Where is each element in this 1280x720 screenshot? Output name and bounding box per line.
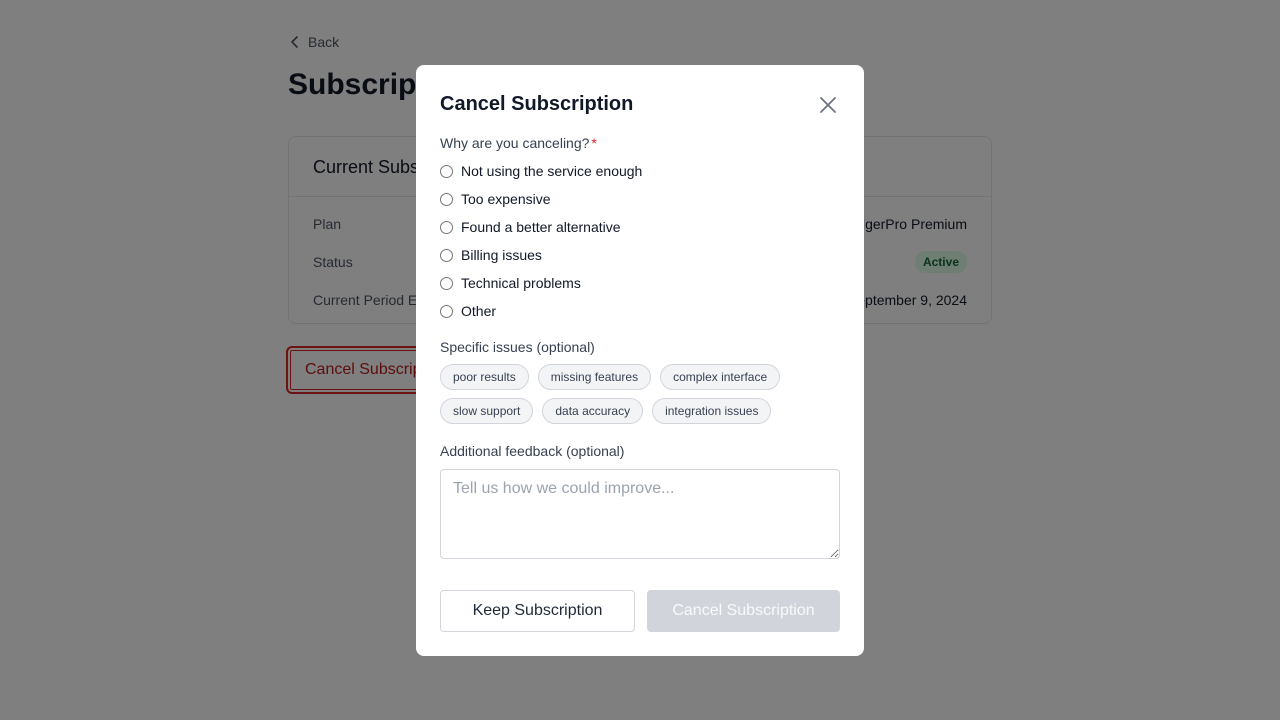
issue-chip[interactable]: missing features [537,364,652,390]
feedback-textarea[interactable] [440,469,840,559]
issue-chip[interactable]: poor results [440,364,529,390]
issue-chip[interactable]: data accuracy [542,398,644,424]
radio-button[interactable] [440,304,453,318]
reason-option[interactable]: Other [440,297,642,325]
reason-question-text: Why are you canceling? [440,135,590,151]
reason-label: Billing issues [461,247,542,263]
confirm-cancel-button[interactable]: Cancel Subscription [647,590,840,632]
radio-button[interactable] [440,248,453,262]
reason-option[interactable]: Too expensive [440,185,642,213]
cancel-subscription-modal: Cancel Subscription Why are you cancelin… [416,65,864,656]
reason-label: Found a better alternative [461,219,621,235]
close-icon [820,97,836,113]
feedback-label: Additional feedback (optional) [440,443,625,459]
reason-label: Not using the service enough [461,163,643,179]
specific-issues-label: Specific issues (optional) [440,339,595,355]
reason-label: Too expensive [461,191,551,207]
required-marker: * [591,135,597,151]
specific-issues-chips: poor results missing features complex in… [440,364,840,432]
reason-label: Other [461,303,497,319]
reason-label: Technical problems [461,275,581,291]
issue-chip[interactable]: integration issues [652,398,772,424]
radio-button[interactable] [440,164,453,178]
reason-radio-group: Not using the service enough Too expensi… [440,157,642,325]
issue-chip[interactable]: complex interface [660,364,781,390]
radio-button[interactable] [440,220,453,234]
reason-option[interactable]: Found a better alternative [440,213,642,241]
reason-question: Why are you canceling? * [440,135,597,151]
keep-subscription-button[interactable]: Keep Subscription [440,590,635,632]
reason-option[interactable]: Billing issues [440,241,642,269]
radio-button[interactable] [440,276,453,290]
reason-option[interactable]: Not using the service enough [440,157,642,185]
close-button[interactable] [816,93,840,117]
radio-button[interactable] [440,192,453,206]
modal-title: Cancel Subscription [440,93,634,115]
reason-option[interactable]: Technical problems [440,269,642,297]
issue-chip[interactable]: slow support [440,398,534,424]
